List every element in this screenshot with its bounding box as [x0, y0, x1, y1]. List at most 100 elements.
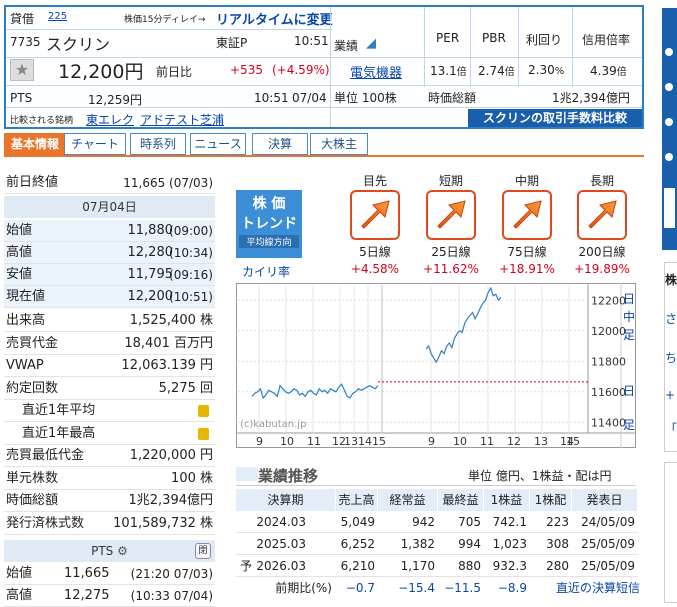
stat-row: 出来高 1,525,400 株 — [4, 310, 215, 332]
right-lower-panel — [664, 462, 677, 603]
trend-up-arrow-icon[interactable] — [426, 190, 476, 240]
results-cell: 1,382 — [378, 533, 438, 555]
results-cell: 994 — [438, 533, 484, 555]
lock-icon[interactable] — [198, 427, 209, 440]
results-header-cell: 売上高 — [336, 489, 378, 511]
fee-banner[interactable]: スクリンの取引手数料比較 — [468, 109, 642, 127]
kairi-label: カイリ率 — [242, 265, 291, 279]
tab-basic-info[interactable]: 基本情報 — [4, 133, 66, 155]
gear-icon[interactable]: ⚙ — [117, 544, 128, 558]
tab-underline — [4, 155, 644, 157]
pts-close-button[interactable]: 閉 — [195, 543, 211, 559]
chart-x-tick: 15 — [372, 435, 386, 448]
stat-label: 売買代金 — [6, 335, 59, 351]
trend-up-arrow-icon[interactable] — [577, 190, 627, 240]
stat-label: 直近1年最高 — [22, 425, 96, 441]
results-cell: 1,170 — [378, 555, 438, 577]
stat-row: 約定回数 5,275 回 — [4, 378, 215, 400]
results-cell: 932.3 — [484, 555, 530, 577]
chart-side-label: 日 — [623, 384, 635, 398]
right-news-panel: 株 さ ち + 「 — [664, 262, 677, 452]
chart-y-tick: 11600 — [591, 386, 626, 399]
results-cell: 24/05/09 — [572, 511, 638, 533]
yoy-value: −0.7 — [345, 581, 375, 595]
stat-row: 時価総額 1兆2,394億円 — [4, 490, 215, 512]
stat-row: VWAP 12,063.139 円 — [4, 355, 215, 377]
results-header-cell: 経常益 — [378, 489, 438, 511]
results-title-deco — [236, 467, 258, 481]
intraday-chart[interactable]: 12200120001180011600114009 10 11 1213 14 15 9 1… — [236, 283, 636, 448]
ohlc-value: 12,200 — [127, 289, 174, 304]
tab-chart[interactable]: チャート — [64, 133, 126, 155]
results-cell: 6,210 — [336, 555, 378, 577]
trend-kairi-value: +4.58% — [350, 262, 400, 276]
right-item-4[interactable]: 「 — [665, 420, 677, 437]
stat-label: 発行済株式数 — [6, 515, 85, 531]
tab-news[interactable]: ニュース — [190, 133, 246, 155]
stat-row: 直近1年最高 — [4, 423, 215, 445]
loan-number-link[interactable]: 225 — [48, 11, 67, 22]
tab-timeseries[interactable]: 時系列 — [130, 133, 186, 155]
date-head: 07月04日 — [4, 196, 215, 218]
stat-row: 売買最低代金 1,220,000 円 — [4, 445, 215, 467]
tab-results[interactable]: 決算 — [252, 133, 308, 155]
chart-side-label: 日 — [623, 292, 635, 306]
results-header-cell: 1株配 — [530, 489, 572, 511]
recent-results-link[interactable]: 直近の決算短信 — [544, 577, 640, 599]
stat-label: 約定回数 — [6, 380, 59, 396]
trend-up-arrow-icon[interactable] — [350, 190, 400, 240]
stat-value: 1兆2,394億円 — [128, 493, 214, 508]
per-value: 13.1 — [430, 64, 457, 78]
tab-shareholders[interactable]: 大株主 — [310, 133, 368, 155]
compare-item-2[interactable]: アドテスト — [140, 111, 200, 128]
trend-period: 目先 — [362, 174, 387, 188]
ohlc-value: 12,280 — [127, 245, 174, 260]
stat-label: 単元株数 — [6, 470, 59, 486]
lock-icon[interactable] — [198, 405, 209, 417]
right-item-1[interactable]: さ — [665, 310, 677, 327]
favorite-star-icon[interactable]: ★ — [10, 59, 34, 81]
stat-label: 時価総額 — [6, 493, 59, 508]
stat-label: VWAP — [6, 358, 44, 373]
price-change: +535 — [230, 63, 263, 77]
trend-line-label: 200日線 — [578, 245, 626, 259]
right-item-2[interactable]: ち — [665, 349, 677, 366]
right-ad-banner[interactable] — [662, 8, 677, 250]
compare-item-1[interactable]: 東エレク — [86, 111, 134, 128]
results-cell: 880 — [438, 555, 484, 577]
prev-close-row: 前日終値 11,665 (07/03) — [4, 172, 215, 194]
unit-label: 単位 100株 — [334, 91, 397, 105]
results-cell: 942 — [378, 511, 438, 533]
yoy-value: −15.4 — [398, 581, 435, 595]
ohlc-time: (10:51) — [169, 290, 213, 304]
chart-y-tick: 12000 — [591, 325, 626, 338]
results-cell: 1,023 — [484, 533, 530, 555]
stock-code: 7735 — [10, 35, 41, 49]
forecast-mark: 予 — [240, 559, 253, 573]
stat-row: 発行済株式数 101,589,732 株 — [4, 513, 215, 535]
chart-x-tick: 14 — [358, 435, 372, 448]
realtime-link[interactable]: リアルタイムに変更 — [216, 9, 333, 28]
compare-item-3[interactable]: 芝浦 — [200, 111, 224, 128]
pts-row-value: 12,275 — [64, 588, 110, 603]
ohlc-row: 始値 11,880 (09:00) — [4, 220, 215, 242]
results-cell: 2025.03 — [236, 533, 336, 555]
ohlc-row: 高値 12,280 (10:34) — [4, 242, 215, 264]
trend-badge: 株 価 トレンド 平均線方向 — [236, 190, 302, 258]
chart-side-label: 中 — [623, 309, 635, 324]
sector-label: 業績 — [334, 39, 359, 53]
chart-x-tick: 9 — [428, 435, 435, 448]
chart-side-label: 足 — [623, 328, 635, 342]
trend-up-arrow-icon[interactable] — [502, 190, 552, 240]
sector-link[interactable]: 電気機器 — [350, 62, 402, 81]
chart-x-tick: 10 — [453, 435, 467, 448]
right-item-3[interactable]: + — [665, 388, 677, 402]
chart-x-tick: 11 — [480, 435, 494, 448]
trend-kairi-value: +19.89% — [574, 262, 630, 276]
stat-value: 101,589,732 株 — [113, 515, 213, 531]
ohlc-row: 安値 11,795 (09:16) — [4, 264, 215, 286]
results-header-cell: 最終益 — [438, 489, 484, 511]
stock-name: スクリン — [46, 35, 111, 54]
stat-row: 直近1年平均 — [4, 400, 215, 422]
quote-time: 10:51 — [294, 34, 329, 48]
